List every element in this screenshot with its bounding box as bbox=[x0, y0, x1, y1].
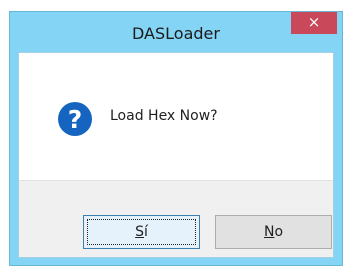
no-button-mnemonic: N bbox=[263, 224, 275, 240]
title-bar[interactable]: DASLoader × bbox=[10, 12, 342, 52]
dialog-window: DASLoader × ? Load Hex Now? Sí No bbox=[9, 11, 343, 266]
close-button[interactable]: × bbox=[291, 12, 337, 34]
button-bar: Sí No bbox=[19, 180, 333, 257]
focus-rectangle bbox=[87, 219, 196, 245]
no-button[interactable]: No bbox=[215, 215, 332, 249]
svg-text:?: ? bbox=[68, 105, 83, 134]
message-text: Load Hex Now? bbox=[110, 108, 218, 124]
dialog-client-area: ? Load Hex Now? Sí No bbox=[18, 52, 334, 258]
yes-button[interactable]: Sí bbox=[83, 215, 200, 249]
no-button-label: o bbox=[274, 224, 284, 240]
close-icon: × bbox=[307, 13, 321, 31]
message-area: ? Load Hex Now? bbox=[19, 53, 333, 180]
question-icon: ? bbox=[58, 102, 92, 136]
